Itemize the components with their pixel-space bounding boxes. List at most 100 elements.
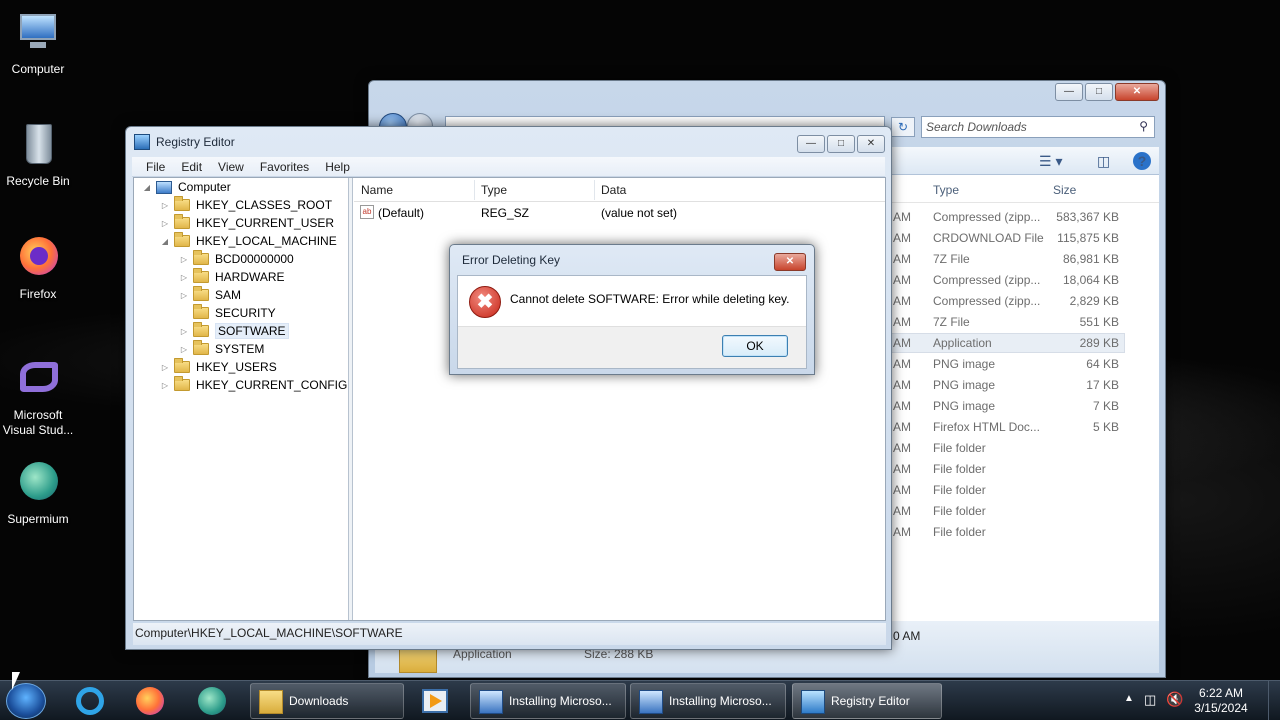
- supermium-icon: [14, 460, 62, 508]
- desktop-icon-label: Recycle Bin: [6, 174, 70, 188]
- column-data[interactable]: Data: [601, 183, 626, 197]
- menu-edit[interactable]: Edit: [181, 160, 202, 174]
- folder-icon: [193, 268, 209, 283]
- tree-item-system[interactable]: ▷ SYSTEM: [179, 340, 264, 358]
- system-tray: ▲ ◫ 🔇 6:22 AM 3/15/2024: [1110, 681, 1280, 720]
- tree-item-hklm[interactable]: ◢ HKEY_LOCAL_MACHINE: [160, 232, 337, 250]
- maximize-button[interactable]: □: [827, 135, 855, 153]
- collapse-icon[interactable]: ◢: [160, 237, 170, 246]
- tree-item-bcd[interactable]: ▷ BCD00000000: [179, 250, 294, 268]
- value-row[interactable]: ab (Default) REG_SZ (value not set): [354, 204, 885, 222]
- ok-button[interactable]: OK: [722, 335, 788, 357]
- clock[interactable]: 6:22 AM 3/15/2024: [1186, 686, 1256, 716]
- expand-icon[interactable]: ▷: [179, 291, 189, 300]
- installer-icon: [639, 690, 663, 714]
- minimize-button[interactable]: —: [797, 135, 825, 153]
- registry-tree: ◢ Computer ▷ HKEY_CLASSES_ROOT ▷ HKEY_CURRE…: [134, 178, 349, 620]
- column-name[interactable]: Name: [361, 183, 393, 197]
- folder-icon: [193, 340, 209, 355]
- registry-editor-window[interactable]: Registry Editor — □ ✕ File Edit View Fav…: [125, 126, 892, 650]
- tree-item-software[interactable]: ▷ SOFTWARE: [179, 322, 289, 340]
- firefox-icon[interactable]: [122, 683, 178, 719]
- expand-icon[interactable]: ▷: [160, 219, 170, 228]
- status-bar: Computer\HKEY_LOCAL_MACHINE\SOFTWARE: [133, 623, 886, 645]
- menu-favorites[interactable]: Favorites: [260, 160, 309, 174]
- recycle-bin-icon: [14, 122, 62, 170]
- supermium-icon[interactable]: [184, 683, 240, 719]
- network-icon[interactable]: ◫: [1144, 692, 1156, 708]
- media-player-icon[interactable]: [408, 683, 464, 719]
- desktop-icon-label-line2: Visual Stud...: [2, 423, 74, 437]
- folder-icon: [174, 196, 190, 211]
- preview-pane-icon[interactable]: ◫: [1097, 153, 1110, 170]
- value-name: (Default): [378, 206, 425, 220]
- tree-item-security[interactable]: SECURITY: [179, 304, 276, 322]
- expand-icon[interactable]: ▷: [179, 255, 189, 264]
- computer-icon: [14, 10, 62, 58]
- installer-icon: [479, 690, 503, 714]
- dialog-titlebar[interactable]: Error Deleting Key: [450, 245, 814, 275]
- expand-icon[interactable]: ▷: [179, 345, 189, 354]
- desktop-icon-firefox[interactable]: Firefox: [0, 235, 76, 302]
- folder-icon: [174, 376, 190, 391]
- taskbar-item-installer-1[interactable]: Installing Microso...: [470, 683, 626, 719]
- dialog-message-area: ✖ Cannot delete SOFTWARE: Error while de…: [458, 276, 806, 326]
- tree-item-hkcu[interactable]: ▷ HKEY_CURRENT_USER: [160, 214, 334, 232]
- close-button[interactable]: ✕: [1115, 83, 1159, 101]
- string-value-icon: ab: [360, 205, 374, 219]
- internet-explorer-icon[interactable]: [62, 683, 118, 719]
- desktop-icon-supermium[interactable]: Supermium: [0, 460, 76, 527]
- dialog-body: ✖ Cannot delete SOFTWARE: Error while de…: [457, 275, 807, 369]
- minimize-button[interactable]: —: [1055, 83, 1083, 101]
- regedit-title: Registry Editor: [156, 135, 235, 149]
- close-button[interactable]: ✕: [857, 135, 885, 153]
- folder-icon: [174, 358, 190, 373]
- dialog-caption-buttons: ✕: [774, 253, 806, 271]
- tree-item-computer[interactable]: ◢ Computer: [142, 178, 231, 196]
- menu-help[interactable]: Help: [325, 160, 350, 174]
- expand-icon[interactable]: ▷: [179, 327, 189, 336]
- dialog-title: Error Deleting Key: [462, 253, 561, 267]
- tree-item-hkcr[interactable]: ▷ HKEY_CLASSES_ROOT: [160, 196, 332, 214]
- search-placeholder: Search Downloads: [926, 120, 1027, 134]
- tree-item-hkcc[interactable]: ▷ HKEY_CURRENT_CONFIG: [160, 376, 347, 394]
- desktop-icon-visual-studio[interactable]: Microsoft Visual Stud...: [0, 356, 76, 438]
- desktop-icon-label: Firefox: [19, 287, 57, 301]
- show-hidden-icons-icon[interactable]: ▲: [1124, 693, 1134, 704]
- refresh-icon[interactable]: ↻: [891, 117, 915, 137]
- taskbar-item-registry-editor[interactable]: Registry Editor: [792, 683, 942, 719]
- column-type[interactable]: Type: [933, 183, 959, 197]
- volume-muted-icon[interactable]: 🔇: [1166, 691, 1183, 708]
- column-size[interactable]: Size: [1053, 183, 1076, 197]
- taskbar-item-downloads[interactable]: Downloads: [250, 683, 404, 719]
- folder-icon: [174, 214, 190, 229]
- view-options-icon[interactable]: ☰ ▾: [1039, 153, 1062, 170]
- clock-time: 6:22 AM: [1198, 686, 1244, 700]
- help-icon[interactable]: ?: [1133, 152, 1151, 170]
- tree-item-hardware[interactable]: ▷ HARDWARE: [179, 268, 285, 286]
- expand-icon[interactable]: ▷: [160, 381, 170, 390]
- column-type[interactable]: Type: [481, 183, 507, 197]
- desktop-icon-computer[interactable]: Computer: [0, 10, 76, 77]
- expand-icon[interactable]: ▷: [160, 363, 170, 372]
- taskbar: Downloads Installing Microso... Installi…: [0, 680, 1280, 720]
- show-desktop-button[interactable]: [1268, 681, 1280, 720]
- expand-icon[interactable]: ▷: [179, 273, 189, 282]
- menu-file[interactable]: File: [146, 160, 165, 174]
- taskbar-item-installer-2[interactable]: Installing Microso...: [630, 683, 786, 719]
- collapse-icon[interactable]: ◢: [142, 183, 152, 192]
- close-button[interactable]: ✕: [774, 253, 806, 271]
- search-input[interactable]: Search Downloads ⚲: [921, 116, 1155, 138]
- pane-splitter[interactable]: [349, 178, 353, 620]
- menu-view[interactable]: View: [218, 160, 244, 174]
- desktop-icon-recycle-bin[interactable]: Recycle Bin: [0, 122, 76, 189]
- regedit-titlebar[interactable]: Registry Editor: [126, 127, 891, 157]
- error-dialog[interactable]: Error Deleting Key ✕ ✖ Cannot delete SOF…: [449, 244, 815, 375]
- tree-item-sam[interactable]: ▷ SAM: [179, 286, 241, 304]
- desktop-icon-label: Supermium: [7, 512, 69, 526]
- maximize-button[interactable]: □: [1085, 83, 1113, 101]
- search-icon[interactable]: ⚲: [1139, 119, 1148, 133]
- expand-icon[interactable]: ▷: [160, 201, 170, 210]
- tree-item-hku[interactable]: ▷ HKEY_USERS: [160, 358, 277, 376]
- desktop-icon-label: Computer: [11, 62, 65, 76]
